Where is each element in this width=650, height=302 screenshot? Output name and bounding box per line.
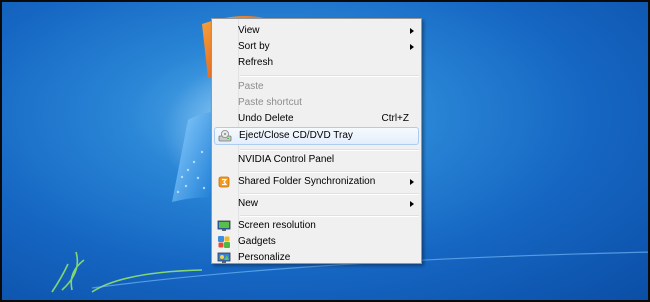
submenu-arrow-icon (410, 28, 414, 34)
menu-item-refresh[interactable]: Refresh (214, 55, 419, 71)
sync-icon (217, 175, 231, 189)
screenshot-frame: View Sort by Refresh Paste Paste shortcu… (0, 0, 650, 302)
menu-item-label: NVIDIA Control Panel (238, 154, 335, 165)
menu-separator (240, 215, 419, 217)
menu-item-label: New (238, 198, 259, 209)
menu-item-label: Paste shortcut (238, 97, 302, 108)
menu-item-label: Shared Folder Synchronization (238, 176, 376, 187)
menu-item-label: Paste (238, 81, 264, 92)
menu-item-nvidia-control-panel[interactable]: NVIDIA Control Panel (214, 152, 419, 168)
menu-item-label: Sort by (238, 41, 270, 52)
grass-decoration (51, 251, 203, 293)
menu-item-paste-shortcut[interactable]: Paste shortcut (214, 95, 419, 111)
menu-item-label: Eject/Close CD/DVD Tray (239, 130, 353, 141)
menu-item-view[interactable]: View (214, 23, 419, 39)
menu-separator (240, 75, 419, 77)
menu-item-label: Personalize (238, 252, 291, 263)
personalize-icon (217, 251, 231, 265)
menu-item-label: View (238, 25, 260, 36)
menu-item-gadgets[interactable]: Gadgets (214, 234, 419, 250)
menu-item-personalize[interactable]: Personalize (214, 250, 419, 266)
menu-item-label: Screen resolution (238, 220, 316, 231)
cd-drive-icon (218, 129, 232, 143)
menu-item-label: Undo Delete (238, 113, 294, 124)
submenu-arrow-icon (410, 44, 414, 50)
menu-item-shared-folder-sync[interactable]: Shared Folder Synchronization (214, 174, 419, 190)
menu-item-eject-cd-tray[interactable]: Eject/Close CD/DVD Tray (214, 127, 419, 145)
desktop[interactable]: View Sort by Refresh Paste Paste shortcu… (2, 2, 648, 300)
menu-separator (240, 193, 419, 195)
menu-item-label: Refresh (238, 57, 274, 68)
menu-item-shortcut: Ctrl+Z (381, 113, 410, 124)
menu-item-paste[interactable]: Paste (214, 79, 419, 95)
desktop-context-menu: View Sort by Refresh Paste Paste shortcu… (211, 18, 422, 264)
menu-separator (240, 149, 419, 151)
display-icon (217, 219, 231, 233)
menu-item-label: Gadgets (238, 236, 276, 247)
menu-item-screen-resolution[interactable]: Screen resolution (214, 218, 419, 234)
submenu-arrow-icon (410, 201, 414, 207)
gadgets-icon (217, 235, 231, 249)
menu-item-sort-by[interactable]: Sort by (214, 39, 419, 55)
submenu-arrow-icon (410, 179, 414, 185)
menu-item-undo-delete[interactable]: Undo Delete Ctrl+Z (214, 111, 419, 127)
menu-item-new[interactable]: New (214, 196, 419, 212)
menu-separator (240, 171, 419, 173)
